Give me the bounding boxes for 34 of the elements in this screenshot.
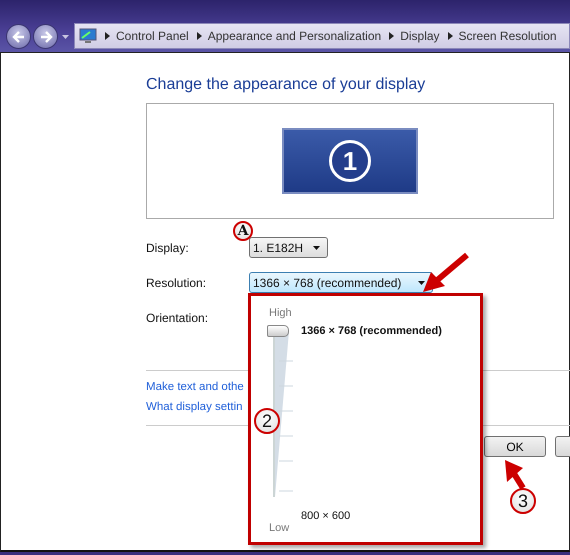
- slider-thumb[interactable]: [267, 325, 289, 337]
- breadcrumb-item[interactable]: Appearance and Personalization: [208, 29, 382, 43]
- monitor-preview[interactable]: 1: [282, 128, 418, 194]
- breadcrumb-item[interactable]: Screen Resolution: [458, 29, 557, 43]
- ok-button[interactable]: OK: [484, 436, 546, 457]
- link[interactable]: What display settin: [146, 401, 243, 413]
- back-arrow-icon: [10, 28, 26, 44]
- slider-label: Low: [269, 522, 290, 534]
- dropdown[interactable]: 1. E182H: [249, 237, 328, 258]
- breadcrumb-item[interactable]: Display: [400, 29, 440, 43]
- back-button[interactable]: [6, 24, 31, 49]
- breadcrumb-item[interactable]: Control Panel: [116, 29, 189, 43]
- monitor-icon: [79, 28, 97, 44]
- resolution-value: 800 × 600: [301, 510, 352, 522]
- link[interactable]: Make text and othe: [146, 381, 244, 393]
- field-label: Orientation:: [146, 310, 210, 324]
- chevron-icon: [448, 32, 453, 40]
- resolution-value: 1366 × 768 (recommended): [301, 325, 442, 337]
- chevron-icon: [389, 32, 394, 40]
- chevron-icon: [196, 32, 202, 40]
- caret-icon: [418, 280, 425, 284]
- field-label: Resolution:: [146, 276, 208, 290]
- caret-icon: [313, 246, 320, 250]
- callout-marker: 3: [510, 488, 536, 514]
- chevron-icon: [105, 32, 110, 40]
- forward-button[interactable]: [33, 24, 58, 49]
- callout-marker: A: [233, 221, 253, 241]
- field-label: Display:: [146, 240, 190, 254]
- dropdown[interactable]: 1366 × 768 (recommended): [249, 272, 433, 293]
- address-bar[interactable]: Control Panel Appearance and Personalization Display Screen Resolution: [74, 23, 570, 49]
- page-heading: Change the appearance of your display: [146, 76, 426, 95]
- slider-label: High: [269, 307, 292, 319]
- monitor-number: 1: [329, 140, 371, 182]
- caret-icon: [62, 34, 68, 38]
